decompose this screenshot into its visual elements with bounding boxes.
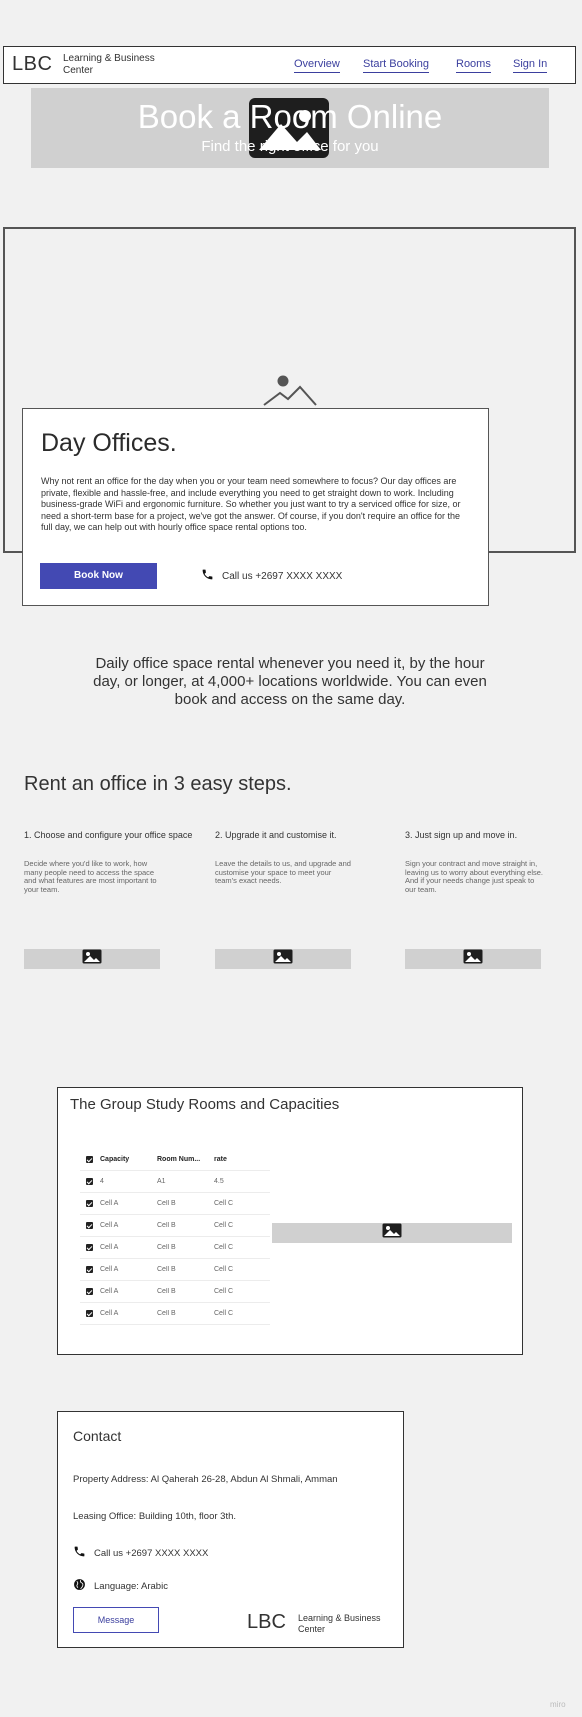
row-checkbox[interactable] [86, 1178, 93, 1185]
message-button[interactable]: Message [73, 1607, 159, 1633]
nav-overview[interactable]: Overview [294, 58, 340, 73]
column-header[interactable]: Capacity [100, 1156, 157, 1163]
step-3-heading: 3. Just sign up and move in. [405, 830, 518, 840]
watermark: miro [550, 1700, 566, 1709]
table-cell: Cell A [100, 1244, 119, 1251]
page: LBC Learning & Business Center Overview … [0, 0, 582, 1717]
image-icon [382, 1223, 402, 1243]
rooms-section: The Group Study Rooms and Capacities Cap… [57, 1087, 523, 1355]
step-2-heading: 2. Upgrade it and customise it. [215, 830, 337, 840]
row-checkbox[interactable] [86, 1288, 93, 1295]
rooms-image [272, 1223, 512, 1243]
row-checkbox[interactable] [86, 1244, 93, 1251]
book-now-button[interactable]: Book Now [40, 563, 157, 589]
step-1-image [24, 949, 160, 969]
table-row[interactable]: Cell A Cell B Cell C [80, 1215, 270, 1237]
table-cell: Cell C [214, 1200, 234, 1207]
logo-subtitle: Learning & Business Center [63, 53, 155, 76]
footer-logo-subtitle: Learning & Business Center [298, 1613, 381, 1634]
table-row[interactable]: Cell A Cell B Cell C [80, 1259, 270, 1281]
property-address: Property Address: Al Qaherah 26-28, Abdu… [73, 1474, 338, 1485]
table-cell: A1 [157, 1178, 166, 1185]
row-checkbox[interactable] [86, 1310, 93, 1317]
table-cell: Cell B [157, 1310, 176, 1317]
image-icon [273, 949, 293, 969]
table-row[interactable]: Cell A Cell B Cell C [80, 1193, 270, 1215]
column-header[interactable]: rate [214, 1156, 254, 1163]
table-cell: Cell A [100, 1222, 119, 1229]
rooms-title: The Group Study Rooms and Capacities [70, 1096, 340, 1113]
call-info[interactable]: Call us +2697 XXXX XXXX [201, 568, 342, 584]
nav-sign-in[interactable]: Sign In [513, 58, 548, 73]
row-checkbox[interactable] [86, 1222, 93, 1229]
table-cell: Cell C [214, 1222, 234, 1229]
steps-title: Rent an office in 3 easy steps. [24, 773, 292, 795]
step-3-image [405, 949, 541, 969]
table-cell: Cell C [214, 1310, 234, 1317]
table-cell: Cell C [214, 1244, 234, 1251]
step-2-text: Leave the details to us, and upgrade and… [215, 859, 351, 885]
image-placeholder-icon [262, 375, 318, 407]
table-cell: Cell A [100, 1200, 119, 1207]
table-cell: Cell C [214, 1266, 234, 1273]
table-row[interactable]: Cell A Cell B Cell C [80, 1303, 270, 1325]
language-info: Language: Arabic [73, 1578, 168, 1594]
logo[interactable]: LBC [12, 53, 52, 76]
step-1-heading: 1. Choose and configure your office spac… [24, 830, 193, 840]
intro-paragraph: Daily office space rental whenever you n… [93, 655, 487, 708]
step-2-image [215, 949, 351, 969]
step-1-text: Decide where you'd like to work, how man… [24, 859, 157, 894]
table-cell: Cell B [157, 1200, 176, 1207]
contact-title: Contact [73, 1428, 122, 1444]
table-cell: Cell B [157, 1266, 176, 1273]
select-all-checkbox[interactable] [86, 1156, 93, 1163]
table-row[interactable]: 4 A1 4.5 [80, 1171, 270, 1193]
hero-banner: Book a Room Online Find the right office… [31, 88, 549, 168]
call-number: Call us +2697 XXXX XXXX [222, 570, 343, 582]
leasing-text: Leasing Office: Building 10th, floor 3th… [73, 1511, 237, 1522]
leasing-office: Leasing Office: Building 10th, floor 3th… [73, 1511, 236, 1522]
nav-rooms[interactable]: Rooms [456, 58, 491, 73]
hero-title: Book a Room Online [137, 98, 443, 135]
address-text: Property Address: Al Qaherah 26-28, Abdu… [73, 1474, 338, 1485]
table-cell: 4 [100, 1178, 104, 1185]
table-row[interactable]: Cell A Cell B Cell C [80, 1281, 270, 1303]
image-icon [82, 949, 102, 969]
table-cell: Cell C [214, 1288, 234, 1295]
rooms-table: Capacity Room Num... rate 4 A1 4.5 Cell AC… [80, 1149, 270, 1325]
image-icon [463, 949, 483, 969]
language-text: Language: Arabic [94, 1580, 168, 1592]
table-cell: Cell A [100, 1288, 119, 1295]
table-cell: Cell B [157, 1244, 176, 1251]
contact-call[interactable]: Call us +2697 XXXX XXXX [73, 1545, 208, 1561]
row-checkbox[interactable] [86, 1266, 93, 1273]
table-header-row: Capacity Room Num... rate [80, 1149, 270, 1171]
table-cell: 4.5 [214, 1178, 224, 1185]
day-offices-description: Why not rent an office for the day when … [41, 476, 461, 532]
row-checkbox[interactable] [86, 1200, 93, 1207]
step-3-text: Sign your contract and move straight in,… [405, 859, 543, 894]
table-cell: Cell B [157, 1288, 176, 1295]
table-cell: Cell A [100, 1310, 119, 1317]
table-cell: Cell A [100, 1266, 119, 1273]
phone-icon [201, 568, 214, 584]
contact-section: Contact Property Address: Al Qaherah 26-… [57, 1411, 404, 1648]
phone-icon [73, 1545, 86, 1561]
hero-subtitle: Find the right office for you [201, 138, 379, 155]
day-offices-card: Day Offices. Why not rent an office for … [22, 408, 489, 606]
nav-start-booking[interactable]: Start Booking [363, 58, 430, 73]
globe-icon [73, 1578, 86, 1594]
day-offices-title: Day Offices. [41, 429, 177, 457]
table-row[interactable]: Cell A Cell B Cell C [80, 1237, 270, 1259]
footer-logo: LBC [247, 1611, 286, 1633]
table-cell: Cell B [157, 1222, 176, 1229]
column-header[interactable]: Room Num... [157, 1156, 214, 1163]
top-header: LBC Learning & Business Center Overview … [3, 46, 576, 84]
contact-call-text: Call us +2697 XXXX XXXX [94, 1547, 209, 1559]
